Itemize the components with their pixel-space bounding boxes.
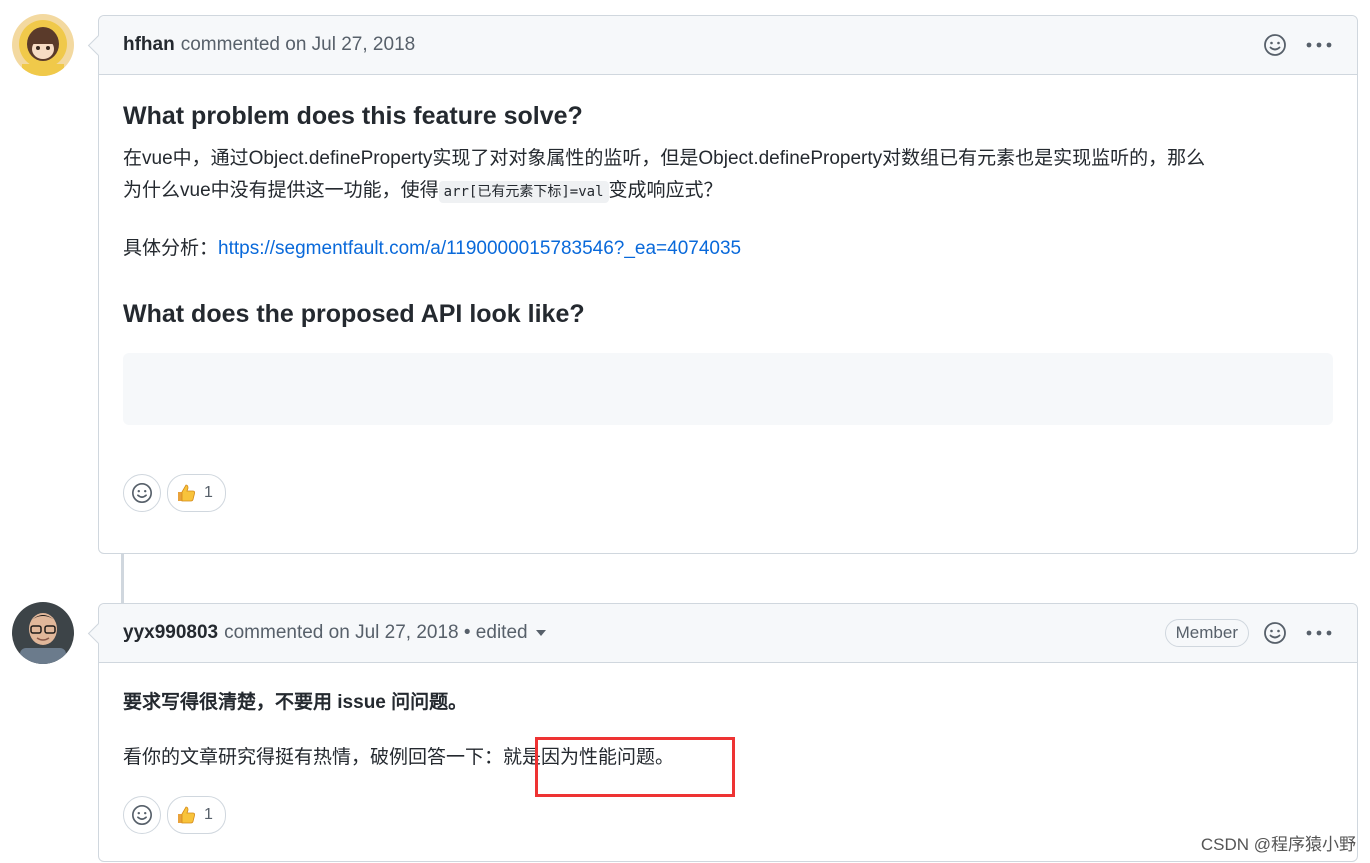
comment-meta: commented on Jul 27, 2018 • edited <box>224 622 528 643</box>
reactions-bar: 1 <box>123 796 1333 834</box>
heading-api: What does the proposed API look like? <box>123 300 585 328</box>
avatar-hfhan[interactable] <box>12 14 74 76</box>
empty-code-block <box>123 353 1333 425</box>
comment-header: hfhan commented on Jul 27, 2018 <box>99 16 1357 75</box>
thumbs-up-reaction[interactable]: 1 <box>167 796 226 834</box>
thumbs-up-icon <box>178 484 195 502</box>
add-reaction-button[interactable] <box>123 796 161 834</box>
analysis-link[interactable]: https://segmentfault.com/a/1190000015783… <box>218 238 741 259</box>
reaction-count: 1 <box>204 484 213 501</box>
reactions-bar: 1 <box>123 474 1333 512</box>
add-reaction-button[interactable] <box>123 474 161 512</box>
smiley-icon <box>132 483 152 503</box>
inline-code: arr[已有元素下标]=val <box>438 181 609 203</box>
member-badge: Member <box>1164 619 1249 647</box>
timeline-line <box>121 553 124 603</box>
comment-header: yyx990803 commented on Jul 27, 2018 • edi… <box>99 604 1357 663</box>
highlight-annotation-box <box>535 737 735 797</box>
caret-down-icon[interactable] <box>535 629 546 636</box>
watermark: CSDN @程序猿小野 <box>1200 835 1356 854</box>
comment-hfhan: hfhan commented on Jul 27, 2018 What prob… <box>98 15 1358 554</box>
smiley-icon[interactable] <box>1263 621 1287 645</box>
paragraph-analysis: 具体分析：https://segmentfault.com/a/11900000… <box>123 238 742 259</box>
smiley-icon <box>132 805 152 825</box>
author-name[interactable]: yyx990803 <box>123 622 218 643</box>
heading-problem: What problem does this feature solve? <box>123 102 583 130</box>
reaction-count: 1 <box>204 806 213 823</box>
comment-yyx990803: yyx990803 commented on Jul 27, 2018 • edi… <box>98 603 1358 862</box>
thumbs-up-reaction[interactable]: 1 <box>167 474 226 512</box>
paragraph-problem: 在vue中，通过Object.defineProperty实现了对对象属性的监听… <box>123 148 1206 203</box>
kebab-icon[interactable] <box>1305 629 1333 637</box>
thumbs-up-icon <box>178 806 195 824</box>
smiley-icon[interactable] <box>1263 33 1287 57</box>
kebab-icon[interactable] <box>1305 41 1333 49</box>
author-name[interactable]: hfhan <box>123 34 175 55</box>
bold-line: 要求写得很清楚，不要用 issue 问问题。 <box>123 692 468 713</box>
comment-body: What problem does this feature solve? 在v… <box>99 102 1357 512</box>
avatar-yyx990803[interactable] <box>12 602 74 664</box>
comment-meta: commented on Jul 27, 2018 <box>180 34 416 55</box>
